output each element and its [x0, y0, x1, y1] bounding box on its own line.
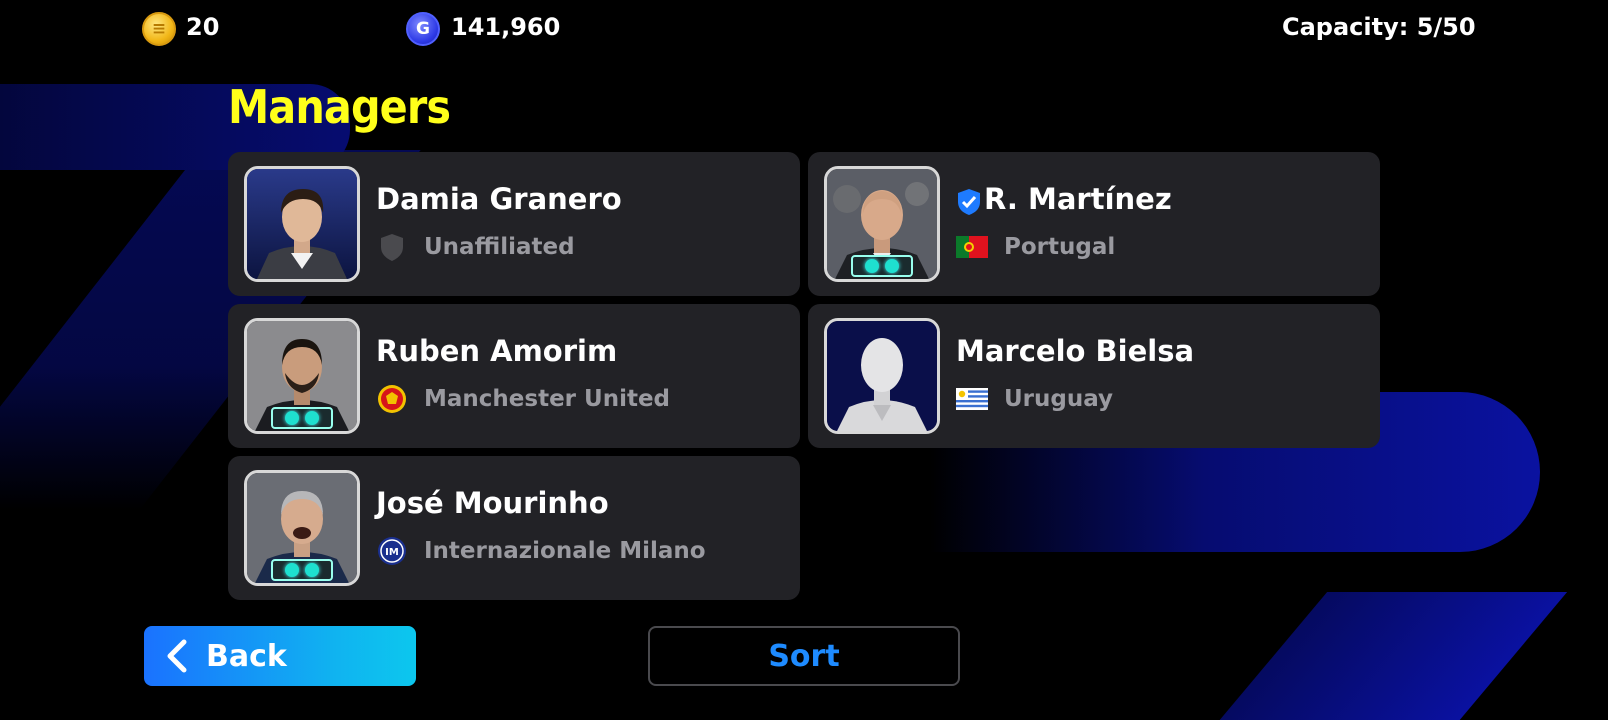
manager-portrait	[824, 318, 940, 434]
portugal-flag-icon	[956, 233, 988, 261]
manager-name: Damia Granero	[376, 182, 622, 216]
gp-coin-icon: G	[406, 12, 440, 46]
team-name: Portugal	[1004, 234, 1116, 260]
back-button[interactable]: Back	[144, 626, 416, 686]
background-stripe	[1192, 592, 1568, 720]
team-name: Uruguay	[1004, 386, 1114, 412]
manager-portrait	[244, 166, 360, 282]
team-row: IM Internazionale Milano	[376, 536, 706, 566]
team-row: Portugal	[956, 232, 1115, 262]
capacity-label: Capacity: 5/50	[1282, 13, 1476, 41]
manager-name: R. Martínez	[984, 182, 1172, 216]
efootball-coin-icon: ≡	[142, 12, 176, 46]
verified-shield-icon	[956, 188, 982, 216]
managers-screen: ≡ 20 G 141,960 Capacity: 5/50 Managers D…	[0, 0, 1608, 720]
coins-value: 20	[186, 13, 220, 41]
manager-card-jose-mourinho[interactable]: José Mourinho IM Internazionale Milano	[228, 456, 800, 600]
uruguay-flag-icon	[956, 385, 988, 413]
sort-button[interactable]: Sort	[648, 626, 960, 686]
manager-name: Ruben Amorim	[376, 334, 618, 368]
rank-badge-icon	[851, 255, 913, 277]
manager-card-ruben-amorim[interactable]: Ruben Amorim Manchester United	[228, 304, 800, 448]
manager-card-r-martinez[interactable]: R. Martínez Portugal	[808, 152, 1380, 296]
rank-badge-icon	[271, 407, 333, 429]
inter-milan-crest-icon: IM	[376, 537, 408, 565]
team-row: Uruguay	[956, 384, 1113, 414]
manager-name: José Mourinho	[376, 486, 609, 520]
top-bar: ≡ 20 G 141,960 Capacity: 5/50	[0, 0, 1608, 56]
svg-text:IM: IM	[385, 547, 399, 558]
manchester-united-crest-icon	[376, 385, 408, 413]
team-name: Unaffiliated	[424, 234, 575, 260]
chevron-left-icon	[167, 639, 187, 673]
manager-name: Marcelo Bielsa	[956, 334, 1195, 368]
gp-value: 141,960	[451, 13, 561, 41]
page-title: Managers	[228, 80, 451, 134]
manager-portrait	[244, 318, 360, 434]
manager-portrait	[824, 166, 940, 282]
manager-card-marcelo-bielsa[interactable]: Marcelo Bielsa Uruguay	[808, 304, 1380, 448]
gray-shield-icon	[376, 233, 408, 261]
manager-portrait	[244, 470, 360, 586]
team-row: Unaffiliated	[376, 232, 575, 262]
team-name: Internazionale Milano	[424, 538, 706, 564]
rank-badge-icon	[271, 559, 333, 581]
team-row: Manchester United	[376, 384, 670, 414]
team-name: Manchester United	[424, 386, 671, 412]
sort-button-label: Sort	[768, 638, 840, 674]
manager-card-damia-granero[interactable]: Damia Granero Unaffiliated	[228, 152, 800, 296]
back-button-label: Back	[206, 638, 287, 674]
